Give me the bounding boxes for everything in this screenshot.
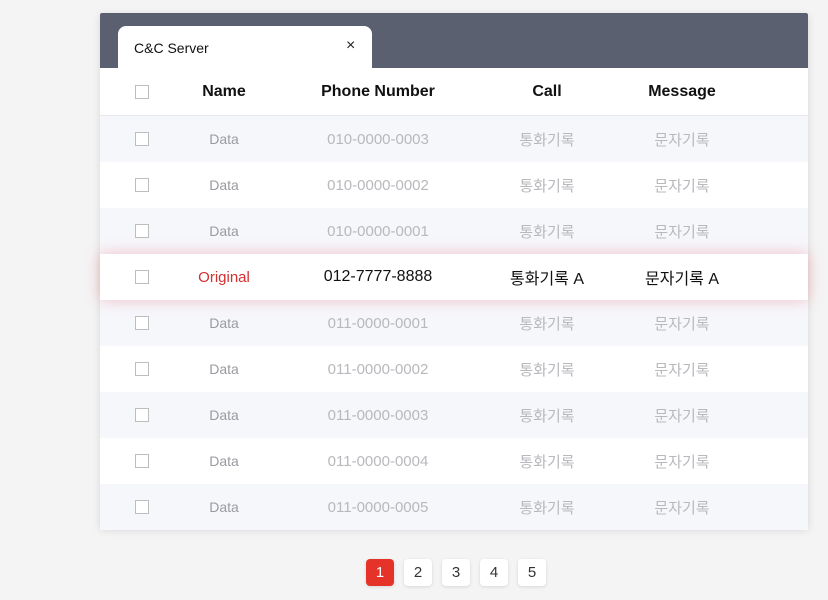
row-phone: 011-0000-0001 <box>327 314 429 332</box>
row-phone: 010-0000-0001 <box>327 222 429 240</box>
select-all-cell <box>128 68 156 115</box>
row-message: 문자기록 <box>654 407 710 425</box>
row-call: 통화기록 <box>519 361 575 379</box>
page-button-2[interactable]: 2 <box>404 559 432 586</box>
row-message: 문자기록 <box>654 361 710 379</box>
column-header-call[interactable]: Call <box>490 68 604 115</box>
row-checkbox[interactable] <box>135 270 149 284</box>
page-button-3[interactable]: 3 <box>442 559 470 586</box>
row-checkbox[interactable] <box>135 408 149 422</box>
close-icon[interactable]: × <box>346 38 355 54</box>
page-button-4[interactable]: 4 <box>480 559 508 586</box>
table-row[interactable]: Data 011-0000-0005 통화기록 문자기록 <box>100 484 808 530</box>
row-message: 문자기록 <box>654 131 710 149</box>
row-name: Data <box>209 315 239 331</box>
table-row[interactable]: Data 010-0000-0002 통화기록 문자기록 <box>100 162 808 208</box>
row-checkbox[interactable] <box>135 454 149 468</box>
row-name: Data <box>209 361 239 377</box>
row-checkbox[interactable] <box>135 132 149 146</box>
row-call: 통화기록 <box>519 131 575 149</box>
row-phone: 010-0000-0002 <box>327 176 429 194</box>
title-bar: C&C Server × <box>100 13 808 68</box>
row-call: 통화기록 <box>519 453 575 471</box>
row-checkbox[interactable] <box>135 178 149 192</box>
row-phone: 011-0000-0003 <box>327 406 429 424</box>
row-call: 통화기록 A <box>510 271 584 288</box>
row-message: 문자기록 <box>654 223 710 241</box>
page-button-5[interactable]: 5 <box>518 559 546 586</box>
column-header-phone[interactable]: Phone Number <box>298 68 458 115</box>
app-window: C&C Server × Name Phone Number Call Mess… <box>100 13 808 530</box>
row-message: 문자기록 A <box>645 271 719 288</box>
row-call: 통화기록 <box>519 407 575 425</box>
select-all-checkbox[interactable] <box>135 84 149 99</box>
row-name: Data <box>209 177 239 193</box>
row-checkbox[interactable] <box>135 362 149 376</box>
row-name: Data <box>209 499 239 515</box>
row-message: 문자기록 <box>654 499 710 517</box>
row-phone: 012-7777-8888 <box>323 268 433 285</box>
row-name: Data <box>209 223 239 239</box>
table-row-highlighted[interactable]: Original 012-7777-8888 통화기록 A 문자기록 A <box>100 254 808 300</box>
table-row[interactable]: Data 011-0000-0001 통화기록 문자기록 <box>100 300 808 346</box>
column-header-name[interactable]: Name <box>170 68 278 115</box>
row-phone: 011-0000-0002 <box>327 360 429 378</box>
tab-label: C&C Server <box>134 40 209 56</box>
row-message: 문자기록 <box>654 453 710 471</box>
row-name: Data <box>209 131 239 147</box>
row-phone: 011-0000-0005 <box>327 498 429 516</box>
table-row[interactable]: Data 011-0000-0004 통화기록 문자기록 <box>100 438 808 484</box>
table-row[interactable]: Data 011-0000-0003 통화기록 문자기록 <box>100 392 808 438</box>
page-button-1[interactable]: 1 <box>366 559 394 586</box>
table-row[interactable]: Data 010-0000-0003 통화기록 문자기록 <box>100 116 808 162</box>
records-table: Name Phone Number Call Message Data 010-… <box>100 68 808 530</box>
row-call: 통화기록 <box>519 499 575 517</box>
tab-cc-server[interactable]: C&C Server × <box>118 26 372 68</box>
row-call: 통화기록 <box>519 315 575 333</box>
pagination: 1 2 3 4 5 <box>366 559 546 586</box>
row-call: 통화기록 <box>519 223 575 241</box>
row-name: Data <box>209 407 239 423</box>
row-message: 문자기록 <box>654 177 710 195</box>
table-row[interactable]: Data 011-0000-0002 통화기록 문자기록 <box>100 346 808 392</box>
row-name: Original <box>198 268 250 286</box>
row-checkbox[interactable] <box>135 316 149 330</box>
row-phone: 011-0000-0004 <box>327 452 429 470</box>
row-call: 통화기록 <box>519 177 575 195</box>
table-header: Name Phone Number Call Message <box>100 68 808 116</box>
row-name: Data <box>209 453 239 469</box>
row-phone: 010-0000-0003 <box>327 130 429 148</box>
row-checkbox[interactable] <box>135 224 149 238</box>
row-checkbox[interactable] <box>135 500 149 514</box>
column-header-message[interactable]: Message <box>622 68 742 115</box>
row-message: 문자기록 <box>654 315 710 333</box>
table-row[interactable]: Data 010-0000-0001 통화기록 문자기록 <box>100 208 808 254</box>
